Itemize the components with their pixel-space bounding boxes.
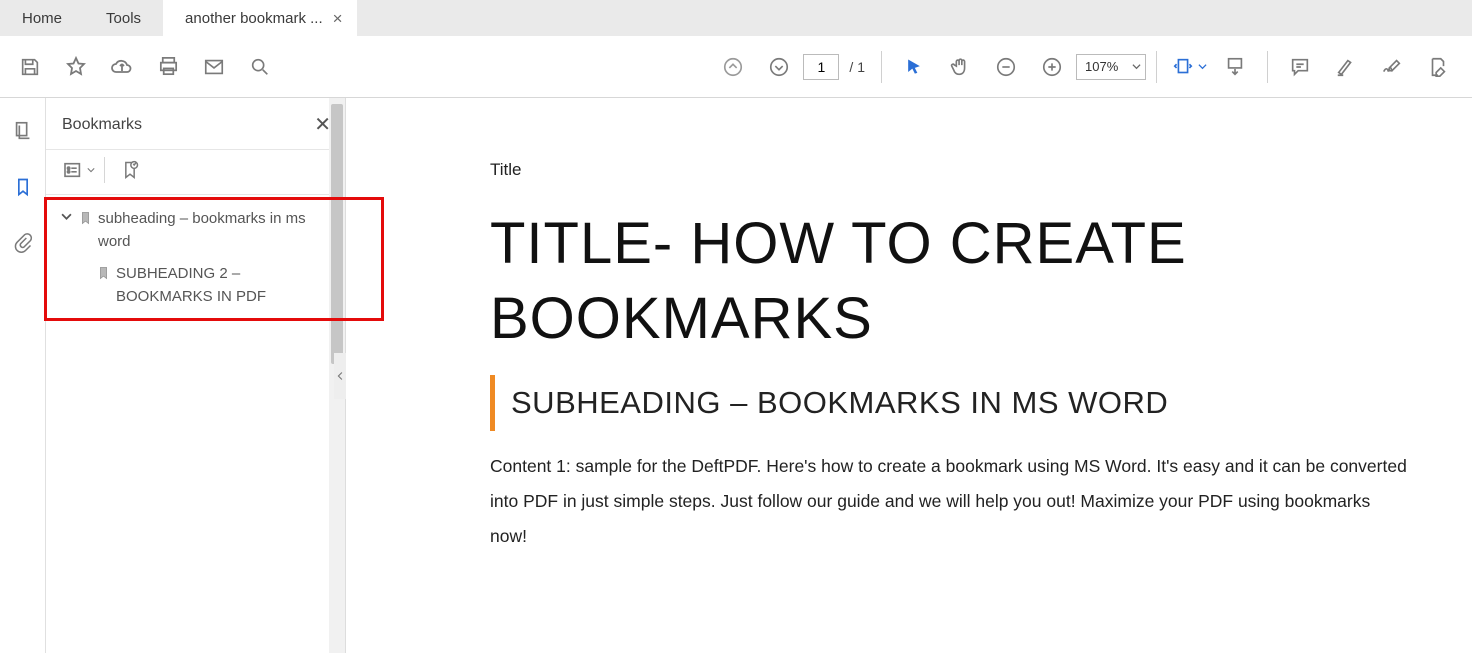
bookmark-icon xyxy=(92,262,114,282)
print-button[interactable] xyxy=(146,47,190,87)
tab-close-icon[interactable]: × xyxy=(333,10,343,27)
bookmarks-panel-title: Bookmarks xyxy=(62,116,142,134)
zoom-level-select[interactable]: 107% xyxy=(1076,54,1146,80)
toolbar-separator xyxy=(1267,51,1268,83)
chevron-down-icon xyxy=(1198,62,1207,71)
bookmark-icon xyxy=(74,207,96,227)
cloud-upload-button[interactable] xyxy=(100,47,144,87)
document-subheading: SUBHEADING – BOOKMARKS IN MS WORD xyxy=(511,385,1168,421)
fit-width-button[interactable] xyxy=(1167,47,1211,87)
bookmarks-tree: subheading – bookmarks in ms word SUBHEA… xyxy=(46,195,345,653)
tab-bar: Home Tools another bookmark ... × xyxy=(0,0,1472,36)
chevron-down-icon xyxy=(1132,62,1141,71)
hand-tool-button[interactable] xyxy=(938,47,982,87)
bookmark-options-button[interactable] xyxy=(62,155,96,185)
tab-home[interactable]: Home xyxy=(0,0,84,36)
page-down-button[interactable] xyxy=(757,47,801,87)
save-button[interactable] xyxy=(8,47,52,87)
highlight-button[interactable] xyxy=(1324,47,1368,87)
page-up-button[interactable] xyxy=(711,47,755,87)
tab-tools[interactable]: Tools xyxy=(84,0,163,36)
zoom-in-button[interactable] xyxy=(1030,47,1074,87)
tab-document-label: another bookmark ... xyxy=(185,10,323,27)
chevron-down-icon[interactable] xyxy=(58,207,74,222)
search-button[interactable] xyxy=(238,47,282,87)
tab-document[interactable]: another bookmark ... × xyxy=(163,0,357,36)
comment-button[interactable] xyxy=(1278,47,1322,87)
accent-bar xyxy=(490,375,495,431)
bookmark-item-1[interactable]: subheading – bookmarks in ms word xyxy=(46,203,345,258)
star-button[interactable] xyxy=(54,47,98,87)
scrollbar-thumb[interactable] xyxy=(331,104,343,364)
zoom-out-button[interactable] xyxy=(984,47,1028,87)
email-button[interactable] xyxy=(192,47,236,87)
collapse-panel-handle[interactable] xyxy=(334,353,346,399)
bookmark-label: subheading – bookmarks in ms word xyxy=(96,207,335,254)
document-body-text: Content 1: sample for the DeftPDF. Here'… xyxy=(490,449,1410,554)
toolbar-separator xyxy=(1156,51,1157,83)
new-bookmark-button[interactable] xyxy=(113,155,147,185)
document-view[interactable]: Title TITLE- HOW TO CREATE BOOKMARKS SUB… xyxy=(346,98,1472,653)
bookmarks-panel: Bookmarks ✕ subheading – bookma xyxy=(46,98,346,653)
select-tool-button[interactable] xyxy=(892,47,936,87)
chevron-down-icon xyxy=(87,166,95,174)
sign-button[interactable] xyxy=(1370,47,1414,87)
attachments-rail-button[interactable] xyxy=(8,228,38,258)
zoom-level-label: 107% xyxy=(1085,59,1118,74)
toolbar-separator xyxy=(881,51,882,83)
document-heading: TITLE- HOW TO CREATE BOOKMARKS xyxy=(490,206,1442,357)
main-area: Bookmarks ✕ subheading – bookma xyxy=(0,98,1472,653)
side-rail xyxy=(0,98,46,653)
edit-pdf-button[interactable] xyxy=(1416,47,1460,87)
bookmarks-rail-button[interactable] xyxy=(8,172,38,202)
bookmark-item-2[interactable]: SUBHEADING 2 – BOOKMARKS IN PDF xyxy=(46,258,345,313)
separator xyxy=(104,157,105,183)
main-toolbar: / 1 107% xyxy=(0,36,1472,98)
scroll-mode-button[interactable] xyxy=(1213,47,1257,87)
thumbnails-rail-button[interactable] xyxy=(8,116,38,146)
bookmark-label: SUBHEADING 2 – BOOKMARKS IN PDF xyxy=(114,262,335,309)
page-number-input[interactable] xyxy=(803,54,839,80)
title-label: Title xyxy=(490,160,1442,180)
page-total-label: / 1 xyxy=(841,59,871,75)
